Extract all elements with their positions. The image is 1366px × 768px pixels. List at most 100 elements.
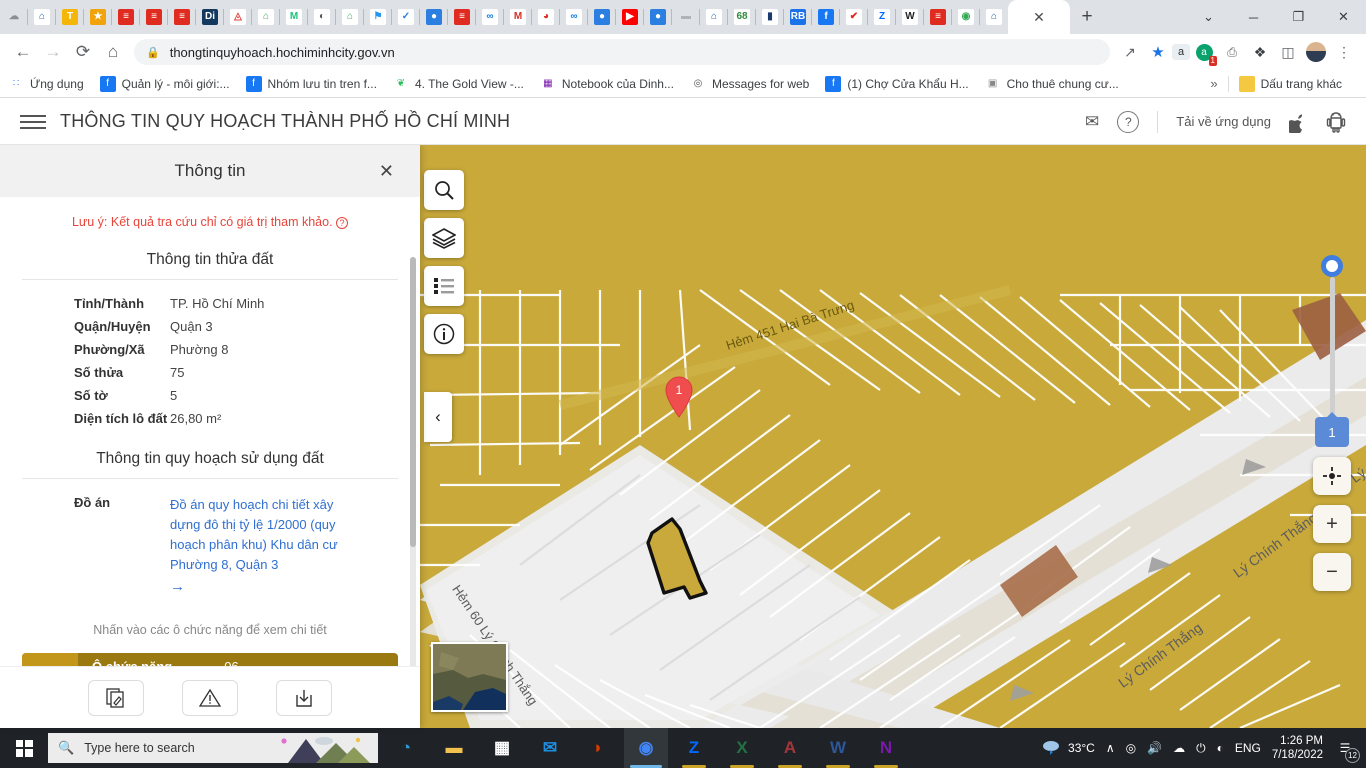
browser-tab-18[interactable]: M (504, 0, 532, 34)
close-window-button[interactable]: ✕ (1321, 0, 1366, 34)
close-tab-icon[interactable]: ✕ (1033, 9, 1045, 26)
mail-icon[interactable]: ✉ (1085, 112, 1099, 132)
zoom-slider-track[interactable] (1329, 277, 1335, 417)
store-taskbar-icon[interactable]: ▦ (480, 728, 524, 768)
extension-printer-icon[interactable]: ⎙ (1218, 38, 1246, 66)
access-taskbar-icon[interactable]: A (768, 728, 812, 768)
tray-camera-icon[interactable]: ◎ (1126, 741, 1136, 755)
browser-tab-16[interactable]: ≡ (448, 0, 476, 34)
overview-minimap[interactable] (431, 642, 508, 712)
browser-tab-3[interactable]: ★ (84, 0, 112, 34)
browser-tab-31[interactable]: Z (868, 0, 896, 34)
chrome-menu-icon[interactable]: ⋮ (1330, 38, 1358, 66)
tray-onedrive-icon[interactable]: ☁ (1173, 741, 1185, 755)
edit-document-button[interactable] (88, 679, 144, 716)
mail-taskbar-icon[interactable]: ✉ (528, 728, 572, 768)
browser-tab-7[interactable]: Di (196, 0, 224, 34)
browser-tab-27[interactable]: ▮ (756, 0, 784, 34)
download-app-link[interactable]: Tải về ứng dụng (1176, 114, 1271, 129)
minimize-button[interactable]: ─ (1231, 0, 1276, 34)
tray-wifi-icon[interactable]: ◐ (1217, 741, 1224, 755)
language-indicator[interactable]: ENG (1235, 741, 1261, 755)
bookmark-item-4[interactable]: ▦ Notebook của Dinh... (539, 75, 674, 92)
office-taskbar-icon[interactable]: ◗ (576, 728, 620, 768)
excel-taskbar-icon[interactable]: X (720, 728, 764, 768)
browser-tab-23[interactable]: ● (644, 0, 672, 34)
browser-tab-28[interactable]: RB (784, 0, 812, 34)
start-button[interactable] (0, 728, 48, 768)
bookmark-item-3[interactable]: ❦ 4. The Gold View -... (392, 75, 524, 92)
browser-tab-14[interactable]: ✓ (392, 0, 420, 34)
profile-avatar[interactable] (1302, 38, 1330, 66)
browser-tab-26[interactable]: 68 (728, 0, 756, 34)
browser-tab-19[interactable]: ◕ (532, 0, 560, 34)
browser-tab-24[interactable]: ▬ (672, 0, 700, 34)
function-zone-row[interactable]: Ô chức năng 06 (22, 653, 398, 666)
maximize-button[interactable]: ❐ (1276, 0, 1321, 34)
map-marker[interactable]: 1 (664, 376, 694, 423)
browser-tab-33[interactable]: ≡ (924, 0, 952, 34)
browser-tab-6[interactable]: ≡ (168, 0, 196, 34)
word-taskbar-icon[interactable]: W (816, 728, 860, 768)
taskbar-clock[interactable]: 1:26 PM 7/18/2022 (1272, 734, 1323, 762)
zoom-slider-handle[interactable] (1321, 255, 1343, 277)
bookmark-item-0[interactable]: ∷ Ứng dụng (8, 75, 84, 92)
extension-green-a-icon[interactable]: a 1 (1190, 38, 1218, 66)
browser-tab-8[interactable]: ◬ (224, 0, 252, 34)
browser-tab-20[interactable]: ∞ (560, 0, 588, 34)
taskbar-search-box[interactable]: 🔍 Type here to search (48, 733, 378, 763)
bookmarks-overflow-icon[interactable]: » (1210, 76, 1217, 91)
browser-tab-10[interactable]: M (280, 0, 308, 34)
browser-tab-0[interactable]: ☁ (0, 0, 28, 34)
weather-widget[interactable]: 33°C (1042, 739, 1095, 757)
browser-tab-12[interactable]: ⌂ (336, 0, 364, 34)
browser-tab-2[interactable]: T (56, 0, 84, 34)
download-button[interactable] (276, 679, 332, 716)
browser-tab-5[interactable]: ≡ (140, 0, 168, 34)
browser-tab-15[interactable]: ● (420, 0, 448, 34)
bookmark-item-7[interactable]: ▣ Cho thuê chung cư... (984, 75, 1119, 92)
zoom-in-button[interactable]: + (1313, 505, 1351, 543)
tab-search-icon[interactable]: ⌄ (1186, 0, 1231, 34)
close-panel-button[interactable]: ✕ (379, 161, 394, 182)
onenote-taskbar-icon[interactable]: N (864, 728, 908, 768)
report-warning-button[interactable] (182, 679, 238, 716)
side-panel-icon[interactable]: ◫ (1274, 38, 1302, 66)
hamburger-menu-icon[interactable] (20, 114, 46, 129)
forward-button[interactable]: → (38, 37, 68, 67)
browser-tab-22[interactable]: ▶ (616, 0, 644, 34)
apple-icon[interactable] (1289, 111, 1308, 133)
back-button[interactable]: ← (8, 37, 38, 67)
notice-help-icon[interactable]: ? (336, 217, 349, 229)
bookmark-item-2[interactable]: f Nhóm lưu tin tren f... (245, 75, 377, 92)
share-icon[interactable]: ↗ (1116, 38, 1144, 66)
bookmark-item-1[interactable]: f Quản lý - môi giới:... (99, 75, 230, 92)
locate-button[interactable] (1313, 457, 1351, 495)
panel-scrollbar[interactable] (410, 257, 416, 666)
dispatch-link[interactable]: Đồ án quy hoạch chi tiết xây dựng đô thị… (170, 495, 345, 597)
edge-taskbar-icon[interactable]: ◔ (384, 728, 428, 768)
bookmark-star-icon[interactable]: ★ (1144, 38, 1172, 66)
browser-tab-25[interactable]: ⌂ (700, 0, 728, 34)
extension-amazon-icon[interactable]: a (1172, 44, 1190, 60)
chrome-taskbar-icon[interactable]: ◉ (624, 728, 668, 768)
info-tool-button[interactable] (424, 314, 464, 354)
extensions-puzzle-icon[interactable]: ❖ (1246, 38, 1274, 66)
legend-tool-button[interactable] (424, 266, 464, 306)
active-tab[interactable]: ✕ (1008, 0, 1070, 34)
search-tool-button[interactable] (424, 170, 464, 210)
browser-tab-29[interactable]: f (812, 0, 840, 34)
help-icon[interactable]: ? (1117, 110, 1140, 133)
reload-button[interactable]: ⟳ (68, 37, 98, 67)
browser-tab-11[interactable]: ◐ (308, 0, 336, 34)
explorer-taskbar-icon[interactable]: ▬ (432, 728, 476, 768)
dispatch-arrow-icon[interactable]: → (170, 577, 345, 597)
browser-tab-4[interactable]: ≡ (112, 0, 140, 34)
browser-tab-30[interactable]: ✔ (840, 0, 868, 34)
browser-tab-34[interactable]: ◉ (952, 0, 980, 34)
browser-tab-35[interactable]: ⌂ (980, 0, 1008, 34)
zoom-out-button[interactable]: − (1313, 553, 1351, 591)
android-icon[interactable] (1326, 111, 1346, 133)
tray-battery-icon[interactable]: ⏻ (1196, 741, 1206, 756)
zalo-taskbar-icon[interactable]: Z (672, 728, 716, 768)
